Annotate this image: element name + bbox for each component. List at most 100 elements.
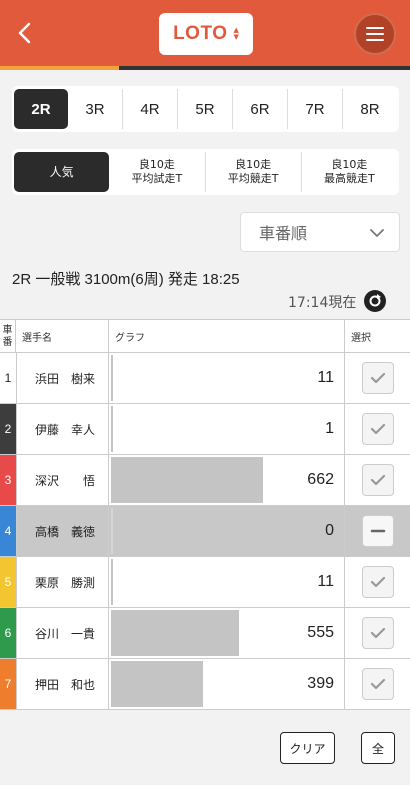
- category-selector[interactable]: LOTO ▲ ▼: [159, 13, 253, 55]
- table-row: 1 浜田 樹来 11: [0, 353, 410, 404]
- header-graph: グラフ: [109, 320, 345, 353]
- order-dropdown-value: 車番順: [259, 224, 308, 243]
- sort-tabs: 人気 良10走 平均試走T 良10走 平均競走T 良10走 最高競走T: [12, 149, 399, 195]
- graph-cell: 11: [109, 353, 345, 403]
- select-cell: [345, 659, 410, 709]
- rider-name: 谷川 一貴: [16, 608, 109, 658]
- table-row: 4 高橋 義徳 0: [0, 506, 410, 557]
- order-dropdown[interactable]: 車番順: [240, 212, 400, 252]
- select-all-button[interactable]: 全: [361, 732, 395, 764]
- select-cell: [345, 557, 410, 607]
- vote-bar: [111, 406, 113, 452]
- chevron-down-icon: [370, 229, 384, 237]
- chevron-left-icon: [18, 22, 31, 44]
- table-row: 2 伊藤 幸人 1: [0, 404, 410, 455]
- minus-icon: [370, 529, 385, 533]
- check-icon: [370, 627, 385, 639]
- menu-button[interactable]: [354, 13, 396, 55]
- bar-track: [111, 559, 341, 605]
- vote-count: 1: [325, 420, 334, 437]
- rider-name: 栗原 勝測: [16, 557, 109, 607]
- select-cell: [345, 455, 410, 505]
- car-number: 7: [0, 659, 16, 709]
- race-tab-4r[interactable]: 4R: [122, 89, 177, 129]
- select-checkbox[interactable]: [361, 413, 394, 445]
- graph-cell: 662: [109, 455, 345, 505]
- check-icon: [370, 678, 385, 690]
- current-time: 17:14現在: [288, 295, 357, 311]
- race-tab-2r[interactable]: 2R: [14, 89, 68, 129]
- sort-tab-3[interactable]: 良10走 平均競走T: [204, 152, 301, 192]
- sort-tab-label: 良10走: [235, 158, 272, 171]
- check-icon: [370, 372, 385, 384]
- select-cell: [345, 506, 410, 556]
- race-tab-3r[interactable]: 3R: [68, 89, 122, 129]
- select-checkbox[interactable]: [361, 464, 394, 496]
- sort-tab-label: 人気: [49, 165, 74, 179]
- bar-track: [111, 355, 341, 401]
- category-label: LOTO: [173, 23, 228, 44]
- sort-tab-label: 平均試走T: [131, 172, 183, 185]
- table-row: 6 谷川 一貴 555: [0, 608, 410, 659]
- graph-cell: 11: [109, 557, 345, 607]
- header-number: 車 番: [0, 320, 16, 353]
- select-checkbox[interactable]: [361, 566, 394, 598]
- vote-bar: [111, 457, 263, 503]
- refresh-button[interactable]: [364, 290, 386, 312]
- vote-count: 11: [317, 573, 334, 590]
- rider-name: 伊藤 幸人: [16, 404, 109, 454]
- app-header: LOTO ▲ ▼: [0, 0, 410, 66]
- sort-arrows-icon: ▲ ▼: [233, 26, 239, 41]
- vote-count: 662: [307, 471, 334, 488]
- select-checkbox[interactable]: [361, 362, 394, 394]
- sort-tab-1[interactable]: 人気: [14, 152, 110, 192]
- car-number: 3: [0, 455, 16, 505]
- clear-button[interactable]: クリア: [280, 732, 335, 764]
- sort-tab-label: 平均競走T: [227, 172, 279, 185]
- car-number: 4: [0, 506, 16, 556]
- graph-cell: 555: [109, 608, 345, 658]
- entry-table: 車 番 選手名 グラフ 選択 1 浜田 樹来 11 2 伊藤 幸人 1 3 深沢 悟 662 4 高…: [0, 319, 410, 710]
- progress-fill: [0, 66, 119, 70]
- car-number: 6: [0, 608, 16, 658]
- table-row: 7 押田 和也 399: [0, 659, 410, 710]
- sort-tab-label: 最高競走T: [324, 172, 375, 185]
- select-cell: [345, 353, 410, 403]
- select-cell: [345, 608, 410, 658]
- graph-cell: 1: [109, 404, 345, 454]
- select-checkbox[interactable]: [361, 617, 394, 649]
- excluded-toggle[interactable]: [361, 515, 394, 547]
- vote-bar: [111, 610, 239, 656]
- car-number: 1: [0, 353, 16, 403]
- table-row: 3 深沢 悟 662: [0, 455, 410, 506]
- table-row: 5 栗原 勝測 11: [0, 557, 410, 608]
- sort-tab-label: 良10走: [331, 158, 368, 171]
- vote-count: 555: [307, 624, 334, 641]
- bar-baseline: [111, 508, 113, 554]
- vote-bar: [111, 559, 113, 605]
- graph-cell: 0: [109, 506, 345, 556]
- rider-name: 深沢 悟: [16, 455, 109, 505]
- vote-bar: [111, 355, 113, 401]
- table-header: 車 番 選手名 グラフ 選択: [0, 319, 410, 353]
- vote-count: 399: [307, 675, 334, 692]
- race-tab-5r[interactable]: 5R: [177, 89, 232, 129]
- sort-tab-2[interactable]: 良10走 平均試走T: [109, 152, 204, 192]
- header-progress: [0, 66, 410, 70]
- select-cell: [345, 404, 410, 454]
- race-tab-8r[interactable]: 8R: [342, 89, 397, 129]
- race-tab-7r[interactable]: 7R: [287, 89, 342, 129]
- car-number: 2: [0, 404, 16, 454]
- sort-tab-4[interactable]: 良10走 最高競走T: [300, 152, 397, 192]
- vote-count: 0: [325, 522, 334, 539]
- select-checkbox[interactable]: [361, 668, 394, 700]
- sort-tab-label: 良10走: [138, 158, 175, 171]
- back-button[interactable]: [10, 18, 40, 48]
- rider-name: 浜田 樹来: [16, 353, 109, 403]
- race-info: 2R 一般戦 3100m(6周) 発走 18:25: [12, 271, 240, 288]
- header-name: 選手名: [16, 320, 109, 353]
- race-tab-6r[interactable]: 6R: [232, 89, 287, 129]
- car-number: 5: [0, 557, 16, 607]
- vote-bar: [111, 661, 203, 707]
- check-icon: [370, 423, 385, 435]
